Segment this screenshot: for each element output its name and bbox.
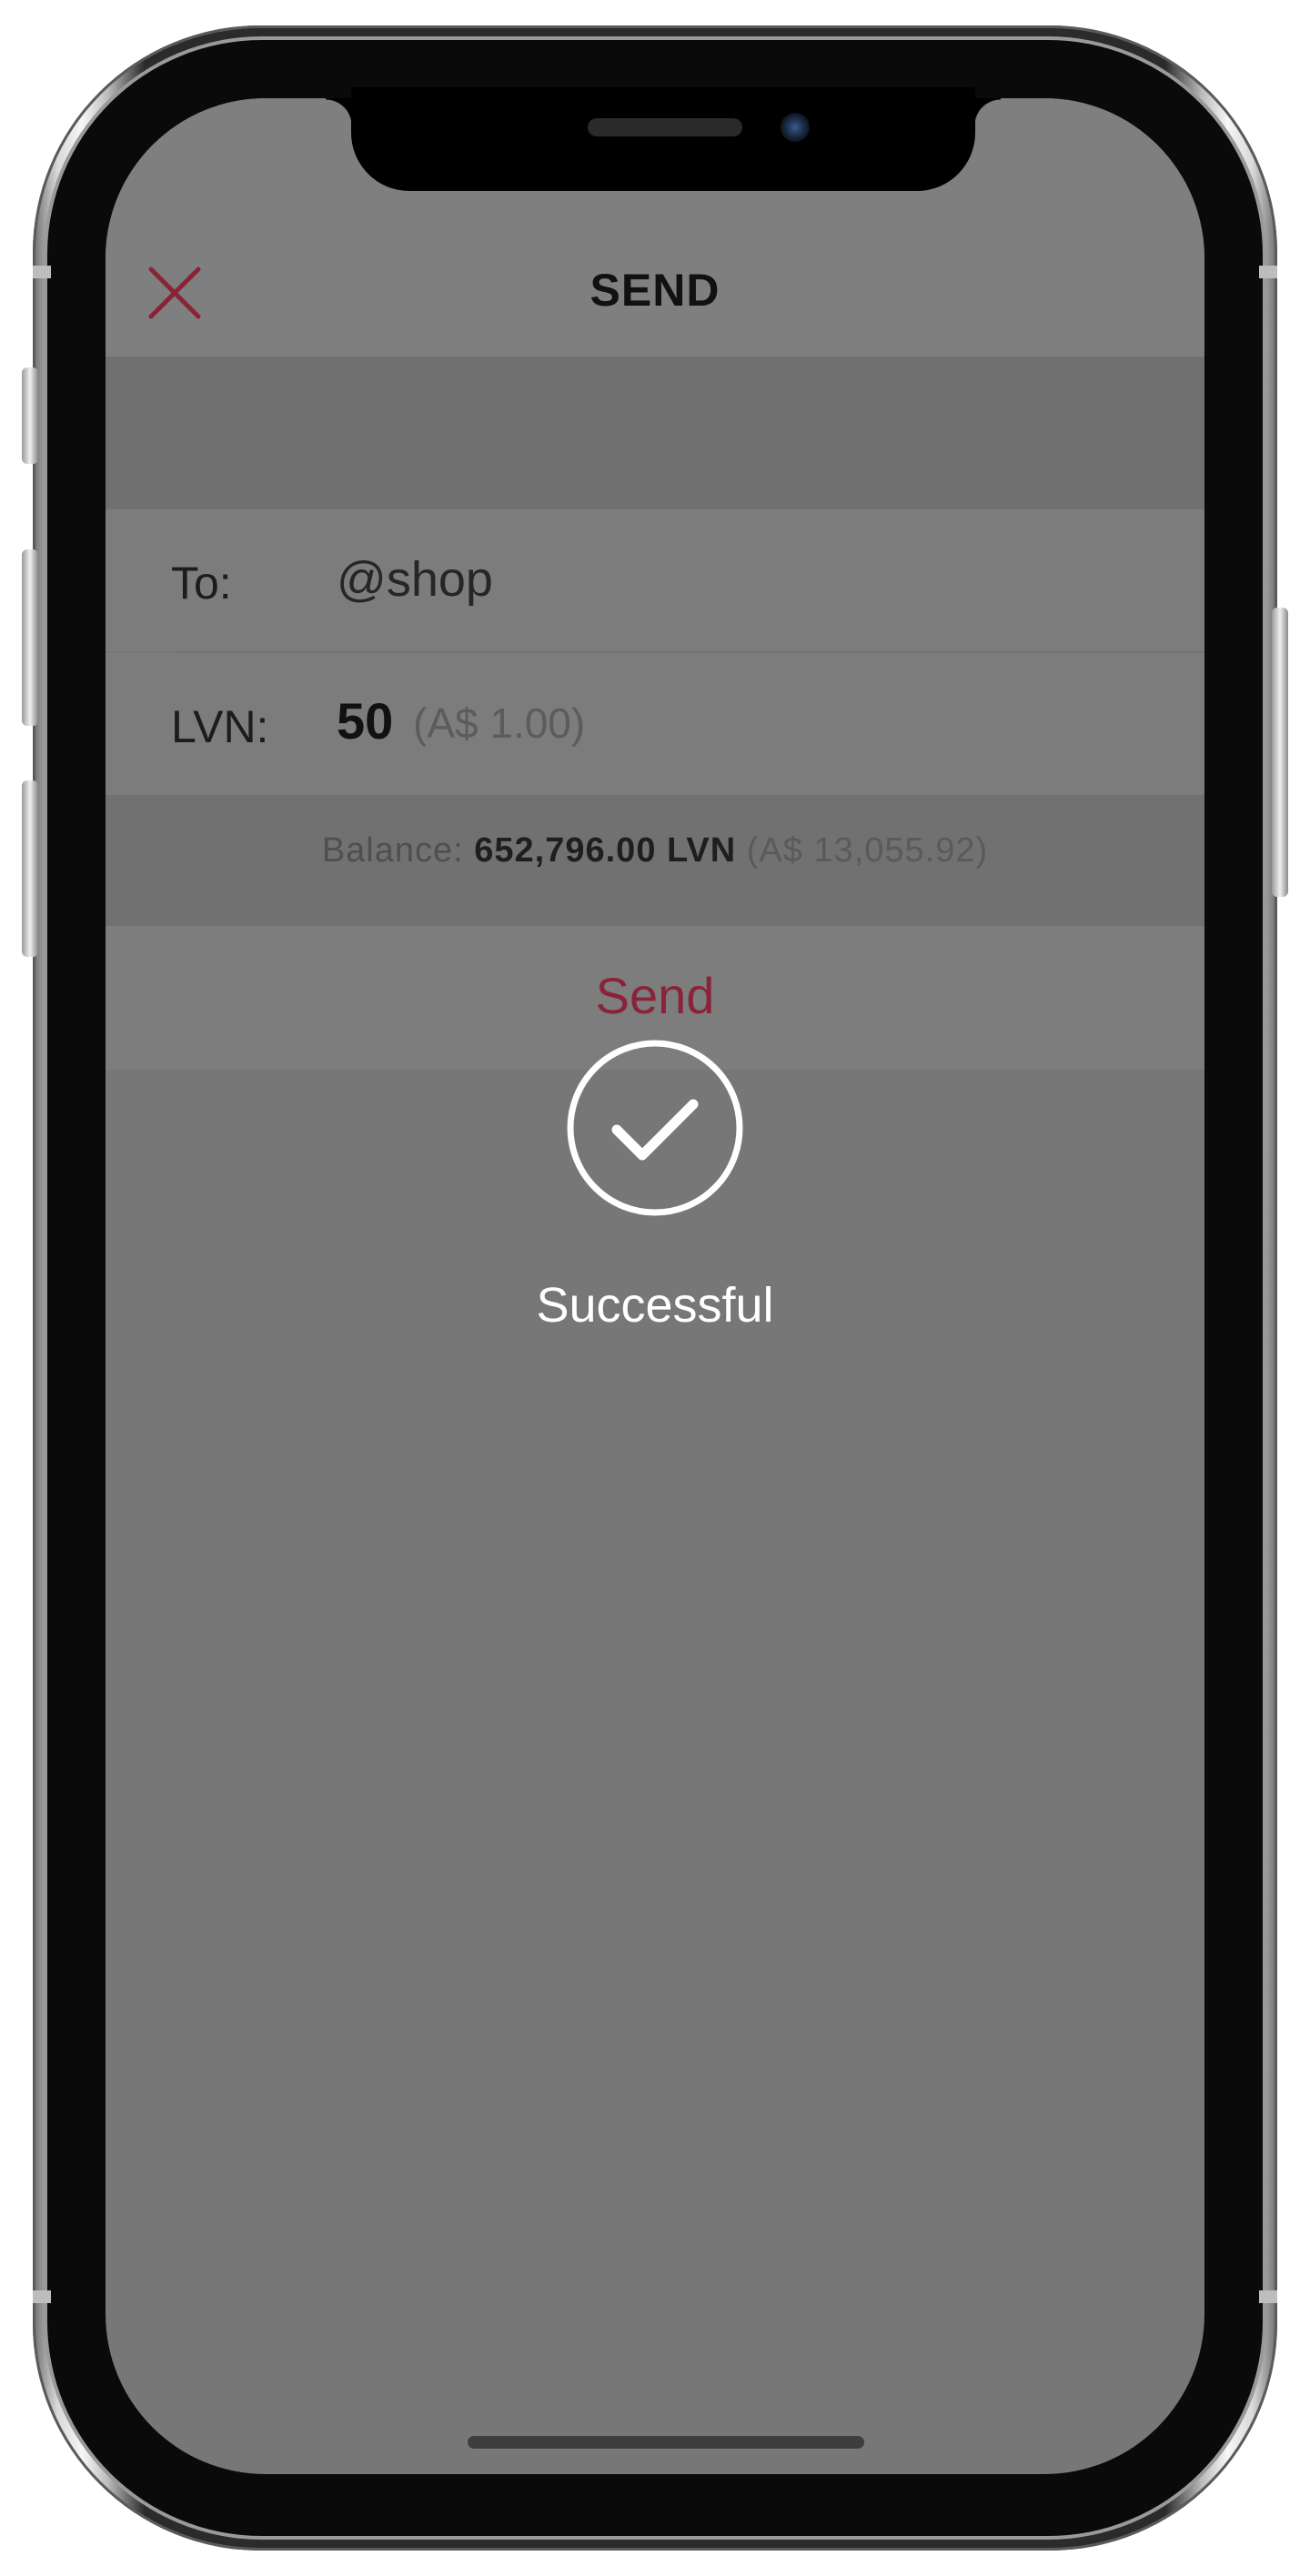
send-button-label: Send	[595, 967, 715, 1024]
notch-corner	[326, 98, 353, 126]
speaker-grille	[588, 118, 742, 136]
notch-corner	[973, 98, 1001, 126]
antenna-band	[33, 2290, 51, 2303]
amount-label: LVN:	[171, 701, 269, 752]
silent-switch	[22, 367, 38, 464]
notch	[351, 87, 975, 191]
volume-down-button	[22, 780, 38, 957]
recipient-label: To:	[171, 558, 232, 609]
amount-field[interactable]: 50	[337, 691, 393, 750]
balance-amount: 652,796.00 LVN	[474, 831, 737, 870]
amount-fiat-value: (A$ 1.00)	[413, 699, 586, 747]
spacer-band	[106, 357, 1204, 509]
amount-row[interactable]: LVN: 50 (A$ 1.00)	[106, 653, 1204, 795]
balance-label: Balance:	[321, 831, 464, 870]
checkmark-circle-icon	[567, 1040, 743, 1216]
antenna-band	[1259, 266, 1277, 278]
antenna-band	[33, 266, 51, 278]
app-screen: SEND To: @shop LVN: 50 (A$ 1.00) Balance…	[106, 98, 1204, 2474]
page-title: SEND	[590, 265, 720, 316]
antenna-band	[1259, 2290, 1277, 2303]
balance-section: Balance: 652,796.00 LVN (A$ 13,055.92)	[106, 795, 1204, 926]
home-indicator[interactable]	[468, 2436, 864, 2449]
balance-line: Balance: 652,796.00 LVN (A$ 13,055.92)	[106, 831, 1204, 870]
recipient-row[interactable]: To: @shop	[106, 509, 1204, 651]
balance-fiat: (A$ 13,055.92)	[746, 831, 989, 870]
volume-up-button	[22, 549, 38, 726]
recipient-field[interactable]: @shop	[337, 551, 493, 608]
front-camera-icon	[781, 113, 810, 142]
power-button	[1272, 608, 1288, 897]
success-message: Successful	[536, 1278, 774, 1333]
